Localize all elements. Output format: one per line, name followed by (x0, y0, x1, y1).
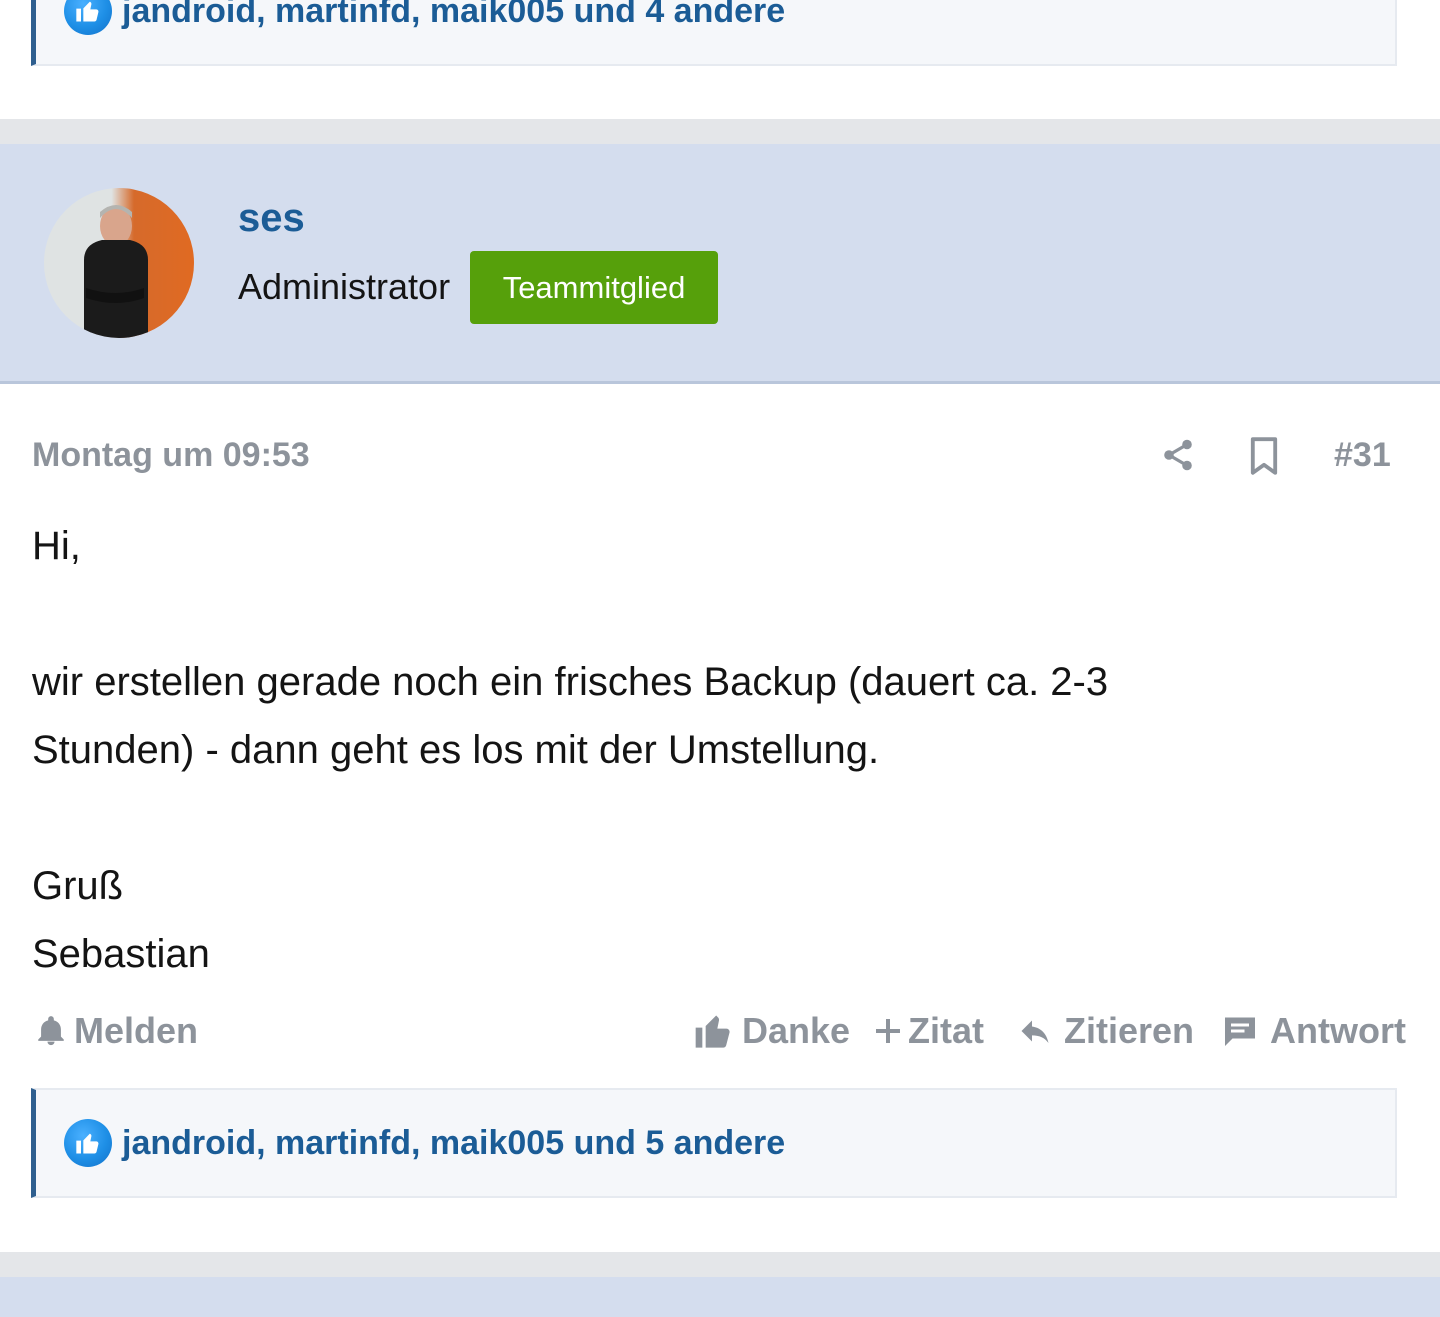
reactions-text[interactable]: jandroid, martinfd, maik005 und 5 andere (122, 1124, 785, 1163)
post-meta: Montag um 09:53 #31 (0, 384, 1440, 494)
reply-icon (1021, 1020, 1049, 1043)
previous-post-footer: jandroid, martinfd, maik005 und 4 andere (0, 0, 1440, 119)
reactions-bar[interactable]: jandroid, martinfd, maik005 und 4 andere (31, 0, 1397, 66)
plus-icon (876, 1019, 900, 1043)
post-separator (0, 1252, 1440, 1277)
like-icon (64, 1119, 112, 1167)
post-text-line: Gruß (32, 864, 124, 908)
next-post-header (0, 1277, 1440, 1317)
post-body: Hi, wir erstellen gerade noch ein frisch… (32, 512, 1402, 988)
post-author-header: ses Administrator Teammitglied (0, 144, 1440, 384)
bell-icon (38, 1016, 64, 1046)
thanks-label: Danke (742, 1010, 851, 1051)
thumbs-up-icon (695, 1015, 730, 1048)
reply-button[interactable]: Antwort (1222, 1010, 1406, 1052)
quote-label: Zitieren (1064, 1010, 1195, 1051)
like-icon (64, 0, 112, 35)
reactions-bar[interactable]: jandroid, martinfd, maik005 und 5 andere (31, 1088, 1397, 1198)
multiquote-label: Zitat (908, 1010, 984, 1051)
bookmark-icon[interactable] (1248, 436, 1280, 476)
reply-label: Antwort (1270, 1010, 1406, 1051)
post-text-line: Hi, (32, 524, 81, 568)
thanks-button[interactable]: Danke (694, 1010, 850, 1052)
author-name[interactable]: ses (238, 196, 305, 241)
post-text-line: Sebastian (32, 932, 210, 976)
multiquote-button[interactable]: Zitat (872, 1010, 984, 1052)
comment-icon (1225, 1017, 1255, 1046)
post-actions: Melden Danke Zitat Zitieren Antwort (0, 1010, 1440, 1060)
report-button[interactable]: Melden (34, 1010, 198, 1052)
post-separator (0, 119, 1440, 144)
post-number[interactable]: #31 (1334, 436, 1391, 475)
post-text-line: Stunden) - dann geht es los mit der Umst… (32, 728, 880, 772)
avatar[interactable] (44, 188, 194, 338)
author-role: Administrator (238, 266, 451, 307)
post-text-line: wir erstellen gerade noch ein frisches B… (32, 660, 1109, 704)
quote-button[interactable]: Zitieren (1016, 1010, 1194, 1052)
post-date[interactable]: Montag um 09:53 (32, 436, 310, 475)
reactions-text[interactable]: jandroid, martinfd, maik005 und 4 andere (122, 0, 785, 31)
status-badge: Teammitglied (470, 251, 718, 324)
share-icon[interactable] (1160, 436, 1196, 474)
report-label: Melden (74, 1010, 199, 1051)
